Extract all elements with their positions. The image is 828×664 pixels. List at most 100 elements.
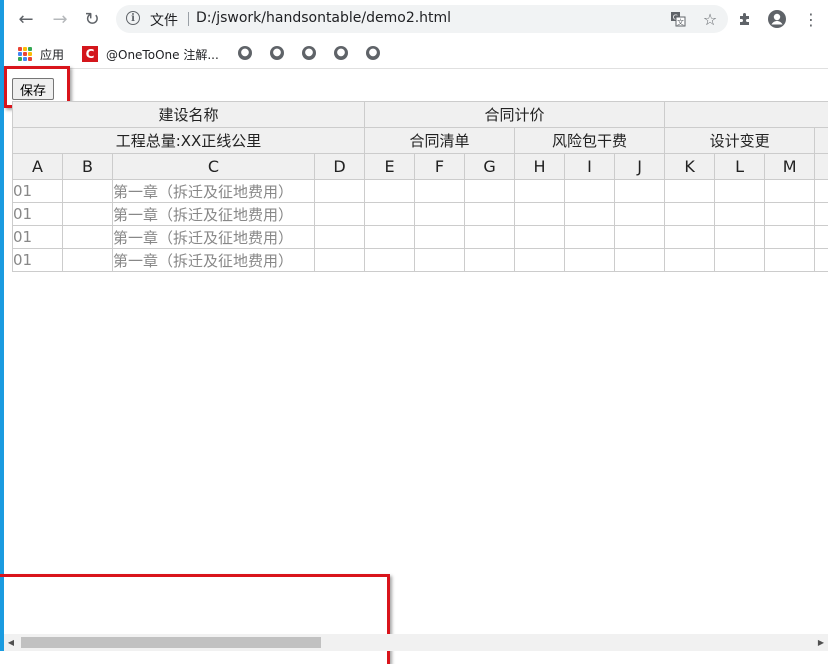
column-header-cell[interactable]: J — [615, 154, 665, 180]
column-header-cell[interactable]: G — [465, 154, 515, 180]
grid-cell[interactable] — [615, 180, 665, 203]
grid-cell[interactable] — [415, 180, 465, 203]
grid-cell[interactable] — [315, 180, 365, 203]
horizontal-scrollbar[interactable]: ◀ ▶ — [4, 634, 828, 651]
grid-cell[interactable] — [615, 226, 665, 249]
star-icon[interactable]: ☆ — [700, 9, 720, 29]
nested-header-cell[interactable]: 合同计价 — [365, 102, 665, 128]
spreadsheet-grid[interactable]: 建设名称合同计价 工程总量:XX正线公里合同清单风险包干费设计变更 ABCDEF… — [12, 101, 828, 273]
grid-cell[interactable] — [465, 203, 515, 226]
grid-cell[interactable] — [815, 180, 828, 203]
grid-cell[interactable] — [365, 249, 415, 272]
globe-icon[interactable]: ● — [366, 46, 380, 60]
nested-header-cell[interactable]: 合同清单 — [365, 128, 515, 154]
grid-cell[interactable] — [565, 203, 615, 226]
address-bar[interactable]: i 文件 D:/jswork/handsontable/demo2.html G… — [116, 5, 728, 33]
grid-cell[interactable] — [815, 249, 828, 272]
grid-cell[interactable] — [715, 203, 765, 226]
column-header-cell[interactable]: L — [715, 154, 765, 180]
nested-header-cell[interactable] — [815, 128, 828, 154]
grid-cell[interactable] — [465, 226, 515, 249]
nested-header-cell[interactable] — [665, 102, 828, 128]
scrollbar-thumb[interactable] — [21, 637, 321, 648]
column-header-cell[interactable]: K — [665, 154, 715, 180]
grid-cell[interactable] — [515, 249, 565, 272]
column-header-cell[interactable]: I — [565, 154, 615, 180]
grid-cell[interactable] — [565, 249, 615, 272]
grid-cell[interactable] — [615, 249, 665, 272]
column-header-cell[interactable]: C — [113, 154, 315, 180]
grid-cell[interactable] — [365, 226, 415, 249]
column-header-cell[interactable]: D — [315, 154, 365, 180]
grid-cell[interactable]: 01 — [13, 203, 63, 226]
column-header-cell[interactable]: E — [365, 154, 415, 180]
grid-cell[interactable] — [765, 203, 815, 226]
translate-icon[interactable]: G文 — [668, 9, 688, 29]
grid-cell[interactable] — [815, 226, 828, 249]
globe-icon[interactable]: ● — [238, 46, 252, 60]
grid-cell[interactable] — [715, 249, 765, 272]
grid-cell[interactable] — [365, 180, 415, 203]
grid-cell[interactable] — [63, 203, 113, 226]
grid-cell[interactable]: 第一章（拆迁及征地费用） — [113, 249, 315, 272]
column-header-cell[interactable]: H — [515, 154, 565, 180]
nested-header-cell[interactable]: 建设名称 — [13, 102, 365, 128]
grid-cell[interactable] — [63, 249, 113, 272]
extensions-icon[interactable] — [734, 8, 756, 30]
grid-cell[interactable] — [515, 226, 565, 249]
bookmark-apps[interactable]: 应用 — [18, 44, 64, 64]
grid-cell[interactable] — [615, 203, 665, 226]
column-header-cell[interactable]: M — [765, 154, 815, 180]
grid-cell[interactable] — [315, 226, 365, 249]
grid-cell[interactable] — [665, 249, 715, 272]
grid-cell[interactable] — [765, 249, 815, 272]
grid-cell[interactable] — [315, 203, 365, 226]
grid-cell[interactable] — [665, 226, 715, 249]
scroll-right-arrow-icon[interactable]: ▶ — [814, 634, 828, 651]
profile-icon[interactable] — [766, 8, 788, 30]
grid-cell[interactable] — [765, 180, 815, 203]
grid-cell[interactable] — [665, 203, 715, 226]
grid-cell[interactable]: 第一章（拆迁及征地费用） — [113, 226, 315, 249]
nested-header-cell[interactable]: 风险包干费 — [515, 128, 665, 154]
grid-cell[interactable] — [565, 180, 615, 203]
grid-cell[interactable]: 01 — [13, 226, 63, 249]
globe-icon[interactable]: ● — [302, 46, 316, 60]
grid-cell[interactable]: 第一章（拆迁及征地费用） — [113, 180, 315, 203]
bookmark-onetoone[interactable]: C @OneToOne 注解... — [82, 44, 219, 64]
nested-header-cell[interactable]: 设计变更 — [665, 128, 815, 154]
globe-icon[interactable]: ● — [334, 46, 348, 60]
grid-cell[interactable] — [515, 180, 565, 203]
address-url[interactable]: D:/jswork/handsontable/demo2.html — [196, 10, 451, 26]
grid-cell[interactable]: 01 — [13, 180, 63, 203]
grid-cell[interactable] — [765, 226, 815, 249]
grid-cell[interactable] — [365, 203, 415, 226]
grid-cell[interactable] — [515, 203, 565, 226]
column-header-cell[interactable] — [815, 154, 828, 180]
column-header-cell[interactable]: A — [13, 154, 63, 180]
info-icon[interactable]: i — [126, 11, 140, 25]
grid-cell[interactable]: 第一章（拆迁及征地费用） — [113, 203, 315, 226]
grid-cell[interactable] — [715, 226, 765, 249]
grid-cell[interactable] — [665, 180, 715, 203]
menu-kebab-icon[interactable]: ⋮ — [800, 8, 822, 30]
back-arrow-icon[interactable]: ← — [14, 7, 38, 31]
grid-cell[interactable] — [465, 249, 515, 272]
grid-cell[interactable] — [63, 226, 113, 249]
scroll-left-arrow-icon[interactable]: ◀ — [4, 634, 18, 651]
grid-cell[interactable] — [565, 226, 615, 249]
grid-cell[interactable] — [415, 226, 465, 249]
column-header-cell[interactable]: F — [415, 154, 465, 180]
grid-cell[interactable] — [415, 203, 465, 226]
grid-cell[interactable] — [63, 180, 113, 203]
grid-cell[interactable] — [415, 249, 465, 272]
grid-cell[interactable] — [465, 180, 515, 203]
grid-cell[interactable]: 01 — [13, 249, 63, 272]
nested-header-cell[interactable]: 工程总量:XX正线公里 — [13, 128, 365, 154]
grid-cell[interactable] — [715, 180, 765, 203]
grid-cell[interactable] — [315, 249, 365, 272]
globe-icon[interactable]: ● — [270, 46, 284, 60]
forward-arrow-icon[interactable]: → — [48, 7, 72, 31]
grid-cell[interactable] — [815, 203, 828, 226]
column-header-cell[interactable]: B — [63, 154, 113, 180]
